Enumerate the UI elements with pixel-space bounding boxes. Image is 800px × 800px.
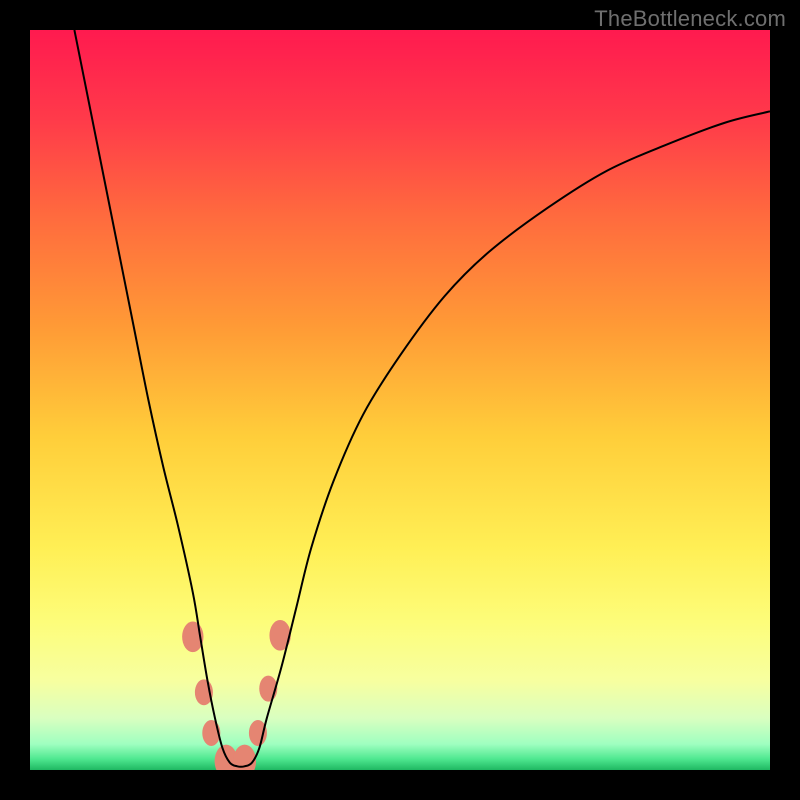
watermark-text: TheBottleneck.com: [594, 6, 786, 32]
plot-area: [30, 30, 770, 770]
chart-svg: [30, 30, 770, 770]
marker-dot: [249, 720, 267, 746]
chart-frame: TheBottleneck.com: [0, 0, 800, 800]
bottleneck-curve: [74, 30, 770, 767]
